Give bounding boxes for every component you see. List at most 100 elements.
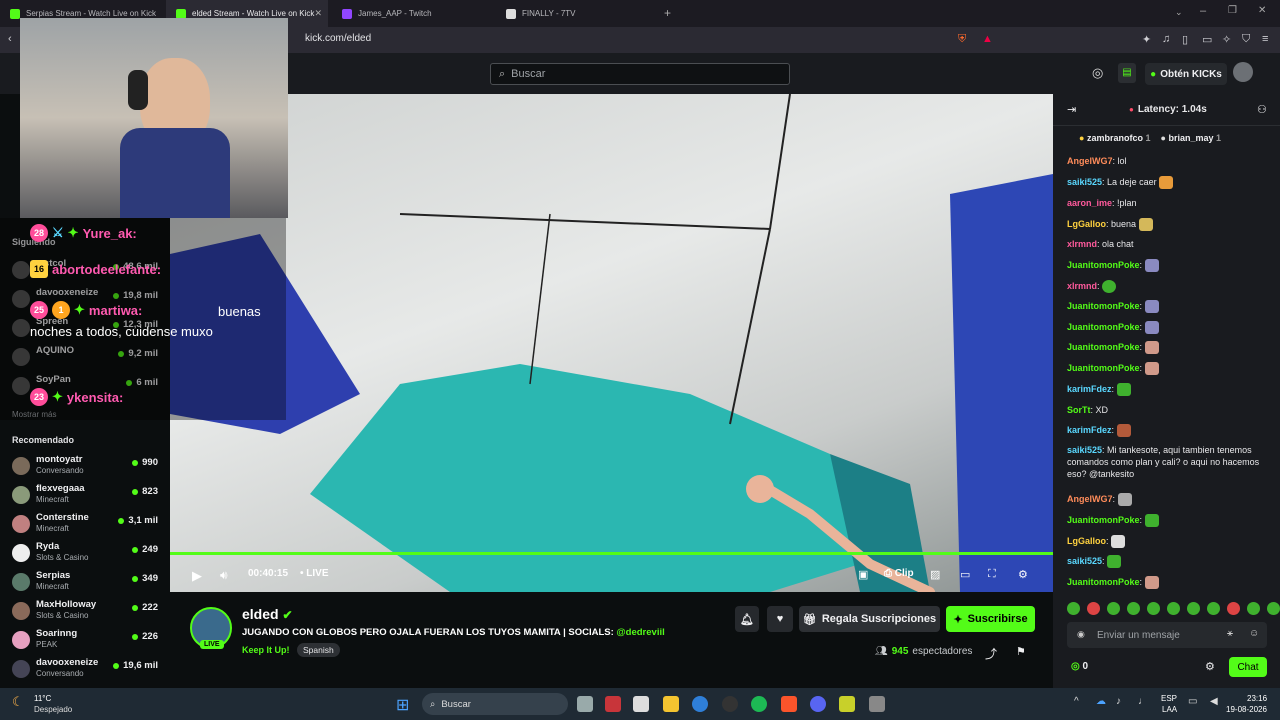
emote-icon[interactable] [1247,602,1260,615]
minimize-icon[interactable]: – [1200,5,1206,17]
report-icon[interactable]: ⚑ [1016,645,1026,658]
recommended-item[interactable]: davooxeneize Conversando 19,6 mil [12,657,162,685]
emote-icon[interactable] [1067,602,1080,615]
gifter[interactable]: ● zambranofco 1 [1079,133,1151,143]
onedrive-icon[interactable]: ☁ [1096,696,1106,707]
network-icon[interactable]: ▭ [1188,696,1197,707]
close-icon[interactable]: ✕ [314,8,322,19]
get-kicks-button[interactable]: ● Obtén KICKs [1145,63,1227,85]
notify-button[interactable]: 🔔︎ [735,606,759,632]
volume-icon[interactable]: 🔊︎ [220,568,228,583]
spotify-icon[interactable] [751,696,767,712]
tab-twitch[interactable]: James_AAP - Twitch [332,0,492,27]
latency-indicator: ● Latency: 1.04s [1129,104,1207,115]
language-sub: LAA [1162,705,1178,714]
music-icon[interactable]: ♫ [1162,33,1170,45]
settings-icon[interactable]: ⚙ [1018,568,1028,581]
emote-icon[interactable] [1167,602,1180,615]
speaker-icon[interactable]: ◀ [1210,696,1218,707]
recommended-item[interactable]: montoyatr Conversando 990 [12,454,162,482]
app-icon[interactable] [839,696,855,712]
gift-subs-button[interactable]: 🎁︎ Regala Suscripciones [799,606,940,632]
emote-icon[interactable] [1267,602,1280,615]
emote-icon[interactable] [1107,602,1120,615]
emote-icon[interactable] [1087,602,1100,615]
emote-icon[interactable] [1147,602,1160,615]
vpn-icon[interactable]: ⛉ [1242,33,1250,46]
stats-icon[interactable]: ▨ [930,568,940,581]
clock-time[interactable]: 23:16 [1247,694,1267,703]
user-avatar[interactable] [1233,62,1253,82]
progress-bar[interactable] [170,552,1053,555]
live-indicator: • LIVE [300,568,329,579]
chat-send-button[interactable]: Chat [1229,657,1267,677]
task-view-icon[interactable] [577,696,593,712]
emote-icon[interactable] [1227,602,1240,615]
chevron-up-icon[interactable]: ^ [1074,696,1079,707]
subscribe-button[interactable]: ✦ Suscribirse [946,606,1035,632]
url-field[interactable]: kick.com/elded [305,33,371,44]
chat-input[interactable]: ◉ Enviar un mensaje ⚹ ☺ [1067,622,1267,648]
close-window-icon[interactable]: ✕ [1258,5,1266,16]
recommended-item[interactable]: Soarinng PEAK 226 [12,628,162,656]
fullscreen-icon[interactable]: ⛶ [988,568,996,581]
wallet-icon[interactable]: ▭ [1202,33,1212,46]
extensions-icon[interactable]: ✦ [1142,33,1151,46]
channel-points[interactable]: ◎ 0 [1071,661,1088,672]
new-tab-icon[interactable]: + [664,6,671,20]
category-link[interactable]: Keep It Up! [242,645,290,655]
notifications-icon[interactable]: ◎ [1092,65,1103,81]
recommended-item[interactable]: Ryda Slots & Casino 249 [12,541,162,569]
app-icon[interactable] [722,696,738,712]
rewards-icon[interactable]: ▲ [982,33,993,45]
recommended-item[interactable]: flexvegaaa Minecraft 823 [12,483,162,511]
mic-icon[interactable]: ♩ [1138,696,1148,707]
search-input[interactable]: ⌕ Buscar [490,63,790,85]
app-icon[interactable] [869,696,885,712]
collapse-chat-icon[interactable]: ⇥ [1067,103,1076,116]
app-icon[interactable] [605,696,621,712]
emote-icon[interactable] [1207,602,1220,615]
file-explorer-icon[interactable] [663,696,679,712]
tab-7tv[interactable]: FINALLY - 7TV [496,0,656,27]
brave-shield-icon[interactable]: ⛨ [958,33,966,46]
follow-button[interactable]: ♥ [767,606,793,632]
maximize-icon[interactable]: ❐ [1228,5,1237,16]
player-controls: ▶ 🔊︎ 00:40:15 • LIVE ▣ ⎙ Clip ▨ ▭ ⛶ ⚙ [170,560,1053,590]
back-icon[interactable]: ‹ [8,33,12,45]
share-icon[interactable]: ⤴ [985,645,997,662]
taskbar-search[interactable]: ⌕ Buscar [422,693,568,715]
pip-icon[interactable]: ▭ [960,568,970,581]
emote-icon[interactable] [1187,602,1200,615]
play-icon[interactable]: ▶ [192,568,202,584]
theater-icon[interactable]: ▣ [858,568,868,581]
emote-icon[interactable] [1127,602,1140,615]
recommended-item[interactable]: Conterstine Minecraft 3,1 mil [12,512,162,540]
settings-icon[interactable]: ⚙ [1205,660,1215,673]
clip-button[interactable]: ⎙ Clip [884,568,914,579]
edge-icon[interactable] [692,696,708,712]
chevron-down-icon[interactable]: ⌄ [1175,7,1183,18]
gifter[interactable]: ● brian_may 1 [1161,133,1222,143]
brave-icon[interactable] [781,696,797,712]
language-indicator[interactable]: ESP [1161,694,1177,703]
discord-icon[interactable] [810,696,826,712]
sidebar-icon[interactable]: ▯ [1182,33,1188,46]
recommended-item[interactable]: Serpias Minecraft 349 [12,570,162,598]
menu-icon[interactable]: ≡ [1262,33,1268,45]
ai-icon[interactable]: ✧ [1222,33,1231,46]
streamer-name[interactable]: elded ✔ [242,606,293,622]
chat-users-icon[interactable]: ⚇ [1257,103,1267,116]
chat-message: karimFdez: [1067,424,1277,438]
video-player[interactable] [170,94,1053,592]
emoji-icon[interactable]: ☺ [1249,628,1259,639]
app-icon[interactable] [633,696,649,712]
windows-start-icon[interactable]: ⊞ [396,695,409,715]
weather-icon[interactable]: ☾ [12,694,24,710]
volume-icon[interactable]: ♪ [1116,696,1121,707]
7tv-emote-icon[interactable]: ⚹ [1227,628,1233,639]
chat-input-placeholder: Enviar un mensaje [1097,629,1180,641]
streamer-dashboard-icon[interactable]: ▤ [1118,63,1136,83]
language-tag[interactable]: Spanish [297,643,340,657]
recommended-item[interactable]: MaxHolloway Slots & Casino 222 [12,599,162,627]
